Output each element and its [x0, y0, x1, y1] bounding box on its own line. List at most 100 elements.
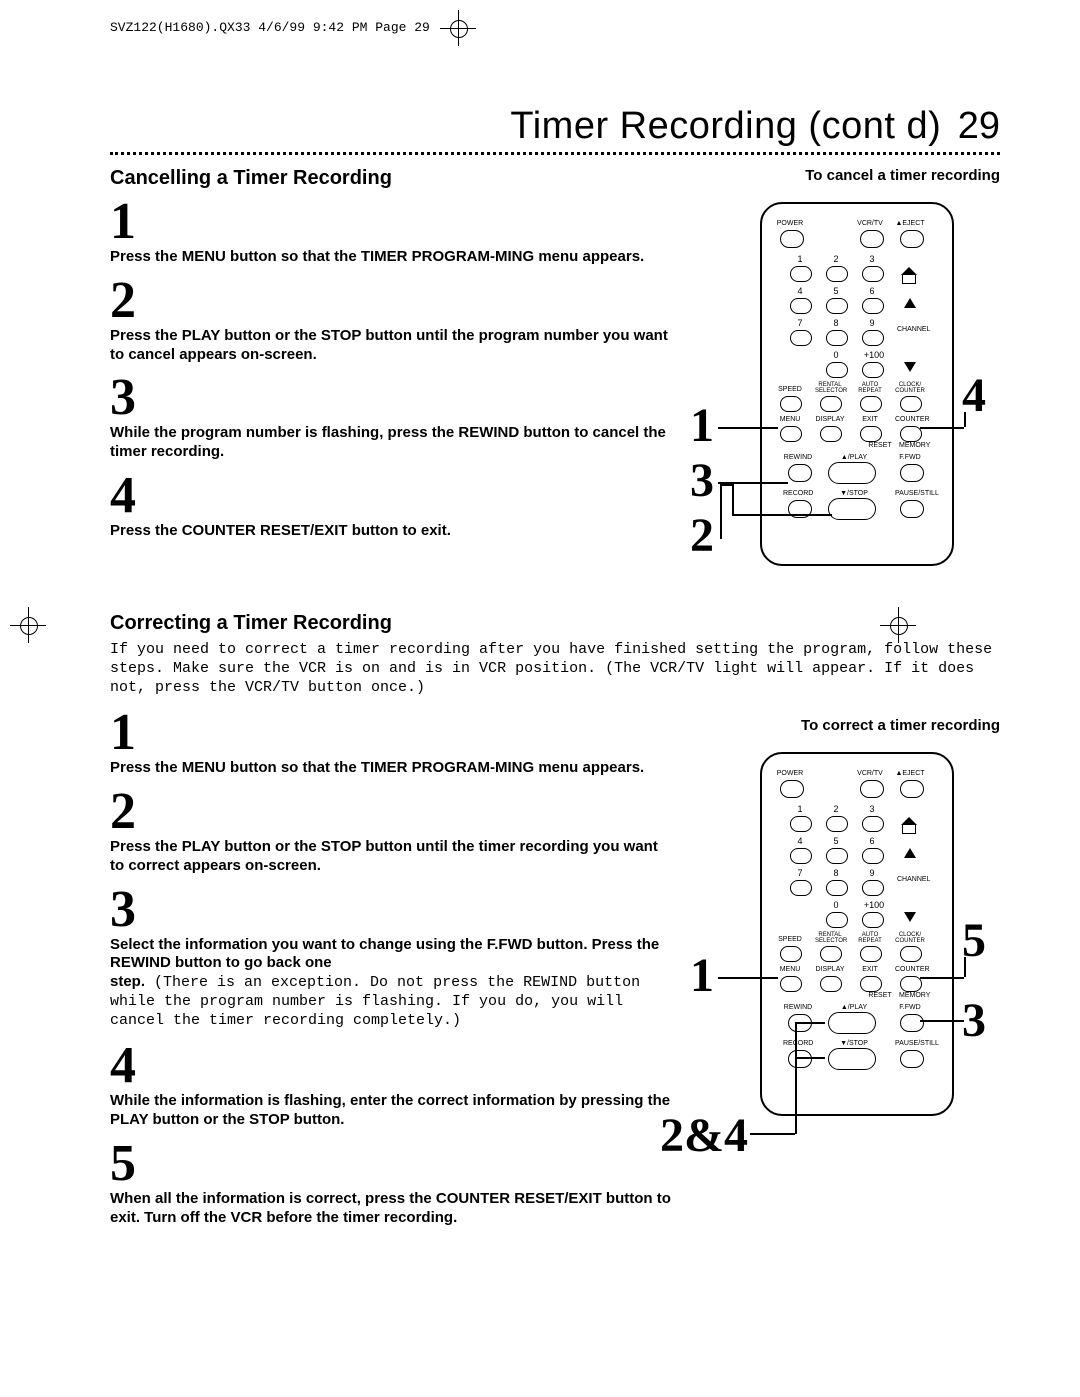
lbl-stop: ▼/STOP — [839, 490, 869, 497]
cancel-callout-2: 2 — [690, 512, 714, 560]
lbl-memory2: MEMORY — [899, 992, 929, 999]
btn2-6 — [862, 848, 884, 864]
home-icon — [902, 274, 916, 284]
lbl-clock2: CLOCK/ COUNTER — [895, 932, 925, 944]
correct-step-text-3a: Select the information you want to chang… — [110, 936, 676, 974]
btn-100 — [862, 362, 884, 378]
lbl-stop2: ▼/STOP — [839, 1040, 869, 1047]
btn-stop — [828, 498, 876, 520]
btn-clock — [900, 396, 922, 412]
lbl-100: +100 — [864, 350, 884, 360]
cancel-callout-3: 3 — [690, 457, 714, 505]
cancel-step-text-1: Press the MENU button so that the TIMER … — [110, 248, 676, 267]
btn-rental2 — [820, 946, 842, 962]
correct-step-num-5: 5 — [110, 1138, 676, 1190]
lbl-3: 3 — [869, 254, 874, 264]
lbl2-8: 8 — [833, 868, 838, 878]
lbl-menu: MENU — [775, 416, 805, 423]
correct-step-text-4: While the information is flashing, enter… — [110, 1092, 676, 1130]
btn-3 — [862, 266, 884, 282]
btn-pause — [900, 500, 924, 518]
lbl-menu2: MENU — [775, 966, 805, 973]
correct-step-text-3bc: step. (There is an exception. Do not pre… — [110, 973, 676, 1030]
btn-counter2 — [900, 976, 922, 992]
lbl-display: DISPLAY — [815, 416, 845, 423]
correct-step-text-1: Press the MENU button so that the TIMER … — [110, 759, 676, 778]
lbl-channel2: CHANNEL — [897, 876, 927, 883]
lbl-rewind: REWIND — [783, 454, 813, 461]
btn-vcrtv — [860, 230, 884, 248]
lbl-rental: RENTAL SELECTOR — [815, 382, 845, 394]
correct-step-num-1: 1 — [110, 707, 676, 759]
btn-7 — [790, 330, 812, 346]
correct-step-text-5: When all the information is correct, pre… — [110, 1190, 676, 1228]
lbl-vcrtv2: VCR/TV — [855, 770, 885, 777]
btn-vcrtv2 — [860, 780, 884, 798]
lbl-eject2: ▲EJECT — [895, 770, 925, 777]
btn2-9 — [862, 880, 884, 896]
btn-4 — [790, 298, 812, 314]
btn-ffwd — [900, 464, 924, 482]
lbl-speed2: SPEED — [775, 936, 805, 943]
page-title-row: Timer Recording (cont d) 29 — [110, 105, 1000, 148]
home-icon2 — [902, 824, 916, 834]
cancel-section-title: Cancelling a Timer Recording — [110, 167, 676, 190]
btn2-2 — [826, 816, 848, 832]
lbl-1: 1 — [797, 254, 802, 264]
correct-step-num-2: 2 — [110, 786, 676, 838]
btn2-4 — [790, 848, 812, 864]
btn-stop2 — [828, 1048, 876, 1070]
btn2-1 — [790, 816, 812, 832]
btn-8 — [826, 330, 848, 346]
lbl-7: 7 — [797, 318, 802, 328]
btn2-7 — [790, 880, 812, 896]
btn2-0 — [826, 912, 848, 928]
correct-callout-24: 2&4 — [660, 1112, 748, 1160]
btn-pause2 — [900, 1050, 924, 1068]
btn-auto2 — [860, 946, 882, 962]
lbl-counter: COUNTER — [895, 416, 925, 423]
lbl-vcrtv: VCR/TV — [855, 220, 885, 227]
cancel-step-num-4: 4 — [110, 470, 676, 522]
lbl2-4: 4 — [797, 836, 802, 846]
btn-power2 — [780, 780, 804, 798]
btn-display2 — [820, 976, 842, 992]
lbl-2: 2 — [833, 254, 838, 264]
lbl-pause: PAUSE/STILL — [895, 490, 925, 497]
lbl-reset: RESET — [865, 442, 895, 449]
cancel-remote-caption: To cancel a timer recording — [700, 167, 1000, 184]
lbl-4: 4 — [797, 286, 802, 296]
btn-eject2 — [900, 780, 924, 798]
cancel-step-text-2: Press the PLAY button or the STOP button… — [110, 327, 676, 365]
btn-ffwd2 — [900, 1014, 924, 1032]
correct-step-num-4: 4 — [110, 1040, 676, 1092]
lbl2-1: 1 — [797, 804, 802, 814]
lbl-5: 5 — [833, 286, 838, 296]
lbl-exit2: EXIT — [855, 966, 885, 973]
lbl-channel: CHANNEL — [897, 326, 927, 333]
lbl-6: 6 — [869, 286, 874, 296]
lbl2-5: 5 — [833, 836, 838, 846]
ch-dn-icon — [904, 362, 916, 372]
cancel-remote-diagram: POWER VCR/TV ▲EJECT 1 2 3 4 5 6 — [700, 192, 1000, 582]
lbl-memory: MEMORY — [899, 442, 929, 449]
btn-9 — [862, 330, 884, 346]
correct-step-num-3: 3 — [110, 884, 676, 936]
btn-rental — [820, 396, 842, 412]
correct-step-text-2: Press the PLAY button or the STOP button… — [110, 838, 676, 876]
correct-callout-5: 5 — [962, 917, 986, 965]
btn-speed2 — [780, 946, 802, 962]
ch-up-icon2 — [904, 848, 916, 858]
ch-up-icon — [904, 298, 916, 308]
lbl2-3: 3 — [869, 804, 874, 814]
btn-exit — [860, 426, 882, 442]
lbl2-100: +100 — [864, 900, 884, 910]
lbl-8: 8 — [833, 318, 838, 328]
lbl-rental2: RENTAL SELECTOR — [815, 932, 845, 944]
cancel-step-num-3: 3 — [110, 372, 676, 424]
btn-rewind — [788, 464, 812, 482]
btn-6 — [862, 298, 884, 314]
btn-0 — [826, 362, 848, 378]
lbl2-7: 7 — [797, 868, 802, 878]
lbl-ffwd: F.FWD — [895, 454, 925, 461]
